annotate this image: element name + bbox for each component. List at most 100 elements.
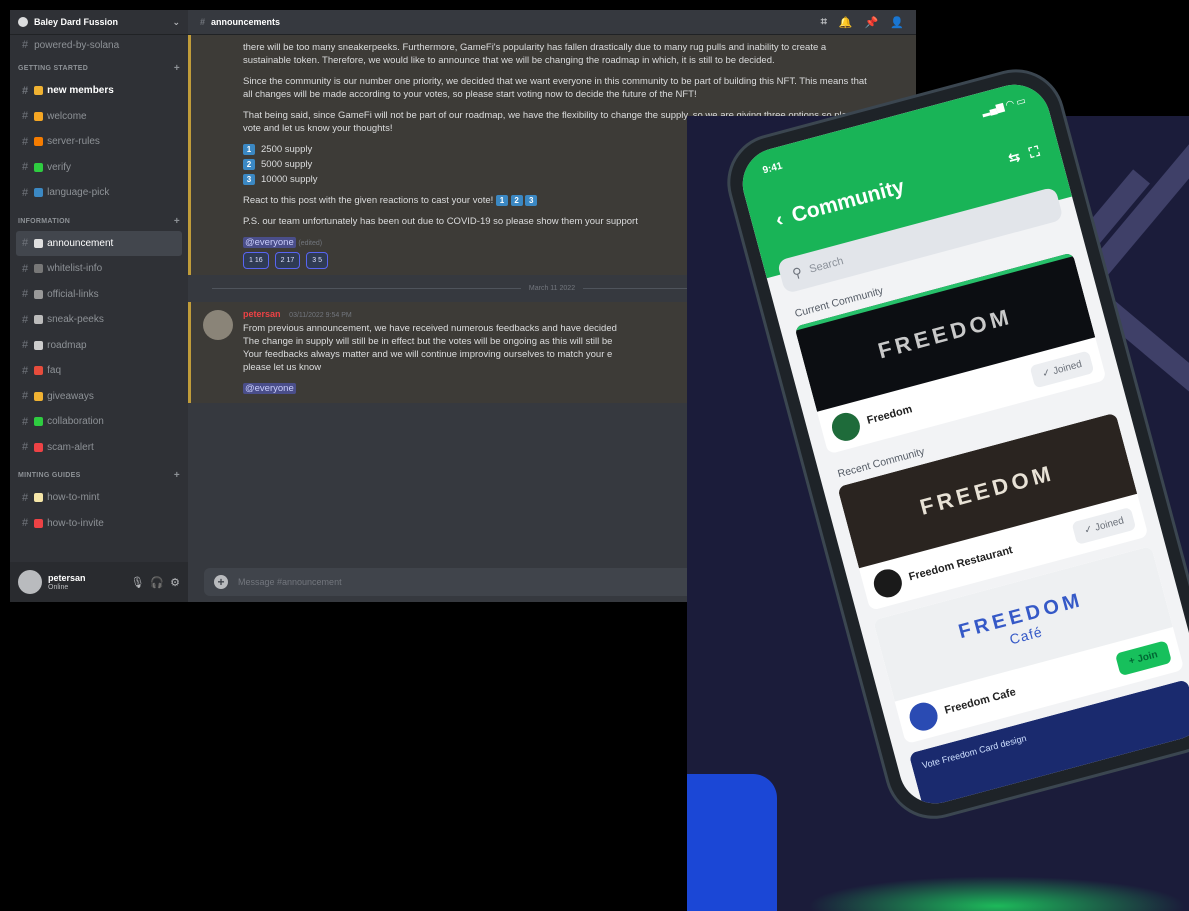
channel-item[interactable]: # verify <box>16 155 182 181</box>
search-placeholder: Search <box>808 255 845 276</box>
back-arrow-icon[interactable]: ‹ <box>773 208 785 232</box>
add-channel-icon[interactable]: + <box>174 470 180 481</box>
hash-icon: # <box>22 135 29 148</box>
channel-item[interactable]: # announcement <box>16 230 182 256</box>
community-card[interactable]: FREEDOM Freedom ✓ Joined <box>794 252 1107 455</box>
channel-emoji-icon <box>34 315 44 325</box>
hash-icon: # <box>22 517 29 530</box>
channel-label: how-to-invite <box>47 517 104 529</box>
channel-emoji-icon <box>34 391 44 401</box>
channel-label: whitelist-info <box>47 263 103 275</box>
decorative-tile <box>687 774 777 911</box>
channel-item[interactable]: # official-links <box>16 282 182 308</box>
channel-title: announcements <box>211 17 281 27</box>
page-title: Community <box>789 175 907 228</box>
community-name: Freedom <box>865 403 914 427</box>
channel-label: collaboration <box>47 416 104 428</box>
channel-label: announcement <box>47 237 114 249</box>
channel-label: faq <box>47 365 62 377</box>
joined-button[interactable]: ✓ Joined <box>1029 349 1095 388</box>
channel-label: new members <box>47 85 114 97</box>
community-logo <box>906 699 941 734</box>
reaction-button[interactable]: 3 5 <box>306 252 328 269</box>
input-placeholder: Message #announcement <box>238 577 342 587</box>
chevron-down-icon[interactable]: ⌄ <box>172 17 180 28</box>
channel-header: # announcements ⌗ 🔔 📌 👤 <box>188 10 916 35</box>
channel-item[interactable]: # how-to-mint <box>16 485 182 511</box>
hash-icon: # <box>22 491 29 504</box>
username: petersan <box>48 573 86 583</box>
hash-icon: # <box>22 84 29 97</box>
hash-icon: # <box>22 161 29 174</box>
community-logo <box>870 566 906 601</box>
search-icon: ⚲ <box>790 264 804 282</box>
channel-emoji-icon <box>34 289 44 299</box>
channel-item[interactable]: # giveaways <box>16 384 182 410</box>
channel-label: scam-alert <box>47 441 94 453</box>
server-name: Baley Dard Fussion <box>34 17 119 27</box>
timestamp: 03/11/2022 9:54 PM <box>289 312 352 319</box>
mention[interactable]: @everyone <box>243 237 296 248</box>
hash-icon: # <box>22 415 29 428</box>
channel-label: giveaways <box>47 390 94 402</box>
author-name[interactable]: petersan <box>243 309 281 319</box>
channel-item[interactable]: # server-rules <box>16 129 182 155</box>
settings-gear-icon[interactable]: ⚙ <box>170 576 180 589</box>
hash-icon: # <box>22 441 29 454</box>
channel-emoji-icon <box>34 264 44 274</box>
community-name: Freedom Cafe <box>943 686 1018 717</box>
hash-icon: # <box>22 364 29 377</box>
channel-item[interactable]: # whitelist-info <box>16 256 182 282</box>
channel-emoji-icon <box>34 86 44 96</box>
add-attachment-icon[interactable]: + <box>214 575 228 589</box>
channel-item-top[interactable]: # powered-by-solana <box>16 37 182 53</box>
category-header[interactable]: Getting started + <box>10 53 188 78</box>
message-text: there will be too many sneakerpeeks. Fur… <box>243 42 827 66</box>
user-status: Online <box>48 584 69 591</box>
mute-mic-icon[interactable]: 🎙 <box>130 576 144 589</box>
filter-icon[interactable]: ⇆ <box>1006 147 1022 166</box>
channel-label: roadmap <box>47 339 87 351</box>
channel-item[interactable]: # new members <box>16 78 182 104</box>
category-header[interactable]: Minting Guides + <box>10 460 188 485</box>
channel-emoji-icon <box>34 417 44 427</box>
threads-icon[interactable]: ⌗ <box>821 16 827 29</box>
bell-icon[interactable]: 🔔 <box>839 16 853 29</box>
category-header[interactable]: Information + <box>10 206 188 231</box>
channel-item[interactable]: # faq <box>16 358 182 384</box>
channel-item[interactable]: # sneak-peeks <box>16 307 182 333</box>
hash-icon: # <box>22 288 29 301</box>
avatar[interactable] <box>203 310 233 340</box>
hash-icon: # <box>22 313 29 326</box>
hash-icon: # <box>22 39 29 51</box>
decorative-glow <box>807 876 1187 911</box>
reaction-button[interactable]: 2 17 <box>274 252 301 269</box>
channel-item[interactable]: # how-to-invite <box>16 511 182 537</box>
scan-icon[interactable]: ⛶ <box>1027 142 1041 161</box>
add-channel-icon[interactable]: + <box>174 216 180 227</box>
community-logo <box>828 409 864 444</box>
reaction-button[interactable]: 1 16 <box>243 252 269 269</box>
channel-emoji-icon <box>34 188 44 198</box>
joined-button[interactable]: ✓ Joined <box>1071 506 1137 545</box>
channel-label: powered-by-solana <box>34 39 120 51</box>
server-logo-icon <box>18 17 28 27</box>
headphones-icon[interactable]: 🎧 <box>150 576 164 589</box>
mention[interactable]: @everyone <box>243 383 296 394</box>
channel-emoji-icon <box>34 442 44 452</box>
channel-emoji-icon <box>34 493 44 503</box>
channel-label: sneak-peeks <box>47 314 104 326</box>
channel-item[interactable]: # roadmap <box>16 333 182 359</box>
channel-label: verify <box>47 161 72 173</box>
server-header[interactable]: Baley Dard Fussion ⌄ <box>10 10 188 35</box>
add-channel-icon[interactable]: + <box>174 63 180 74</box>
channel-item[interactable]: # language-pick <box>16 180 182 206</box>
avatar[interactable] <box>18 570 42 594</box>
pin-icon[interactable]: 📌 <box>865 16 879 29</box>
channel-item[interactable]: # scam-alert <box>16 435 182 461</box>
members-icon[interactable]: 👤 <box>890 16 904 29</box>
channel-item[interactable]: # welcome <box>16 104 182 130</box>
hash-icon: # <box>22 110 29 123</box>
channel-item[interactable]: # collaboration <box>16 409 182 435</box>
join-button[interactable]: + Join <box>1114 639 1172 676</box>
